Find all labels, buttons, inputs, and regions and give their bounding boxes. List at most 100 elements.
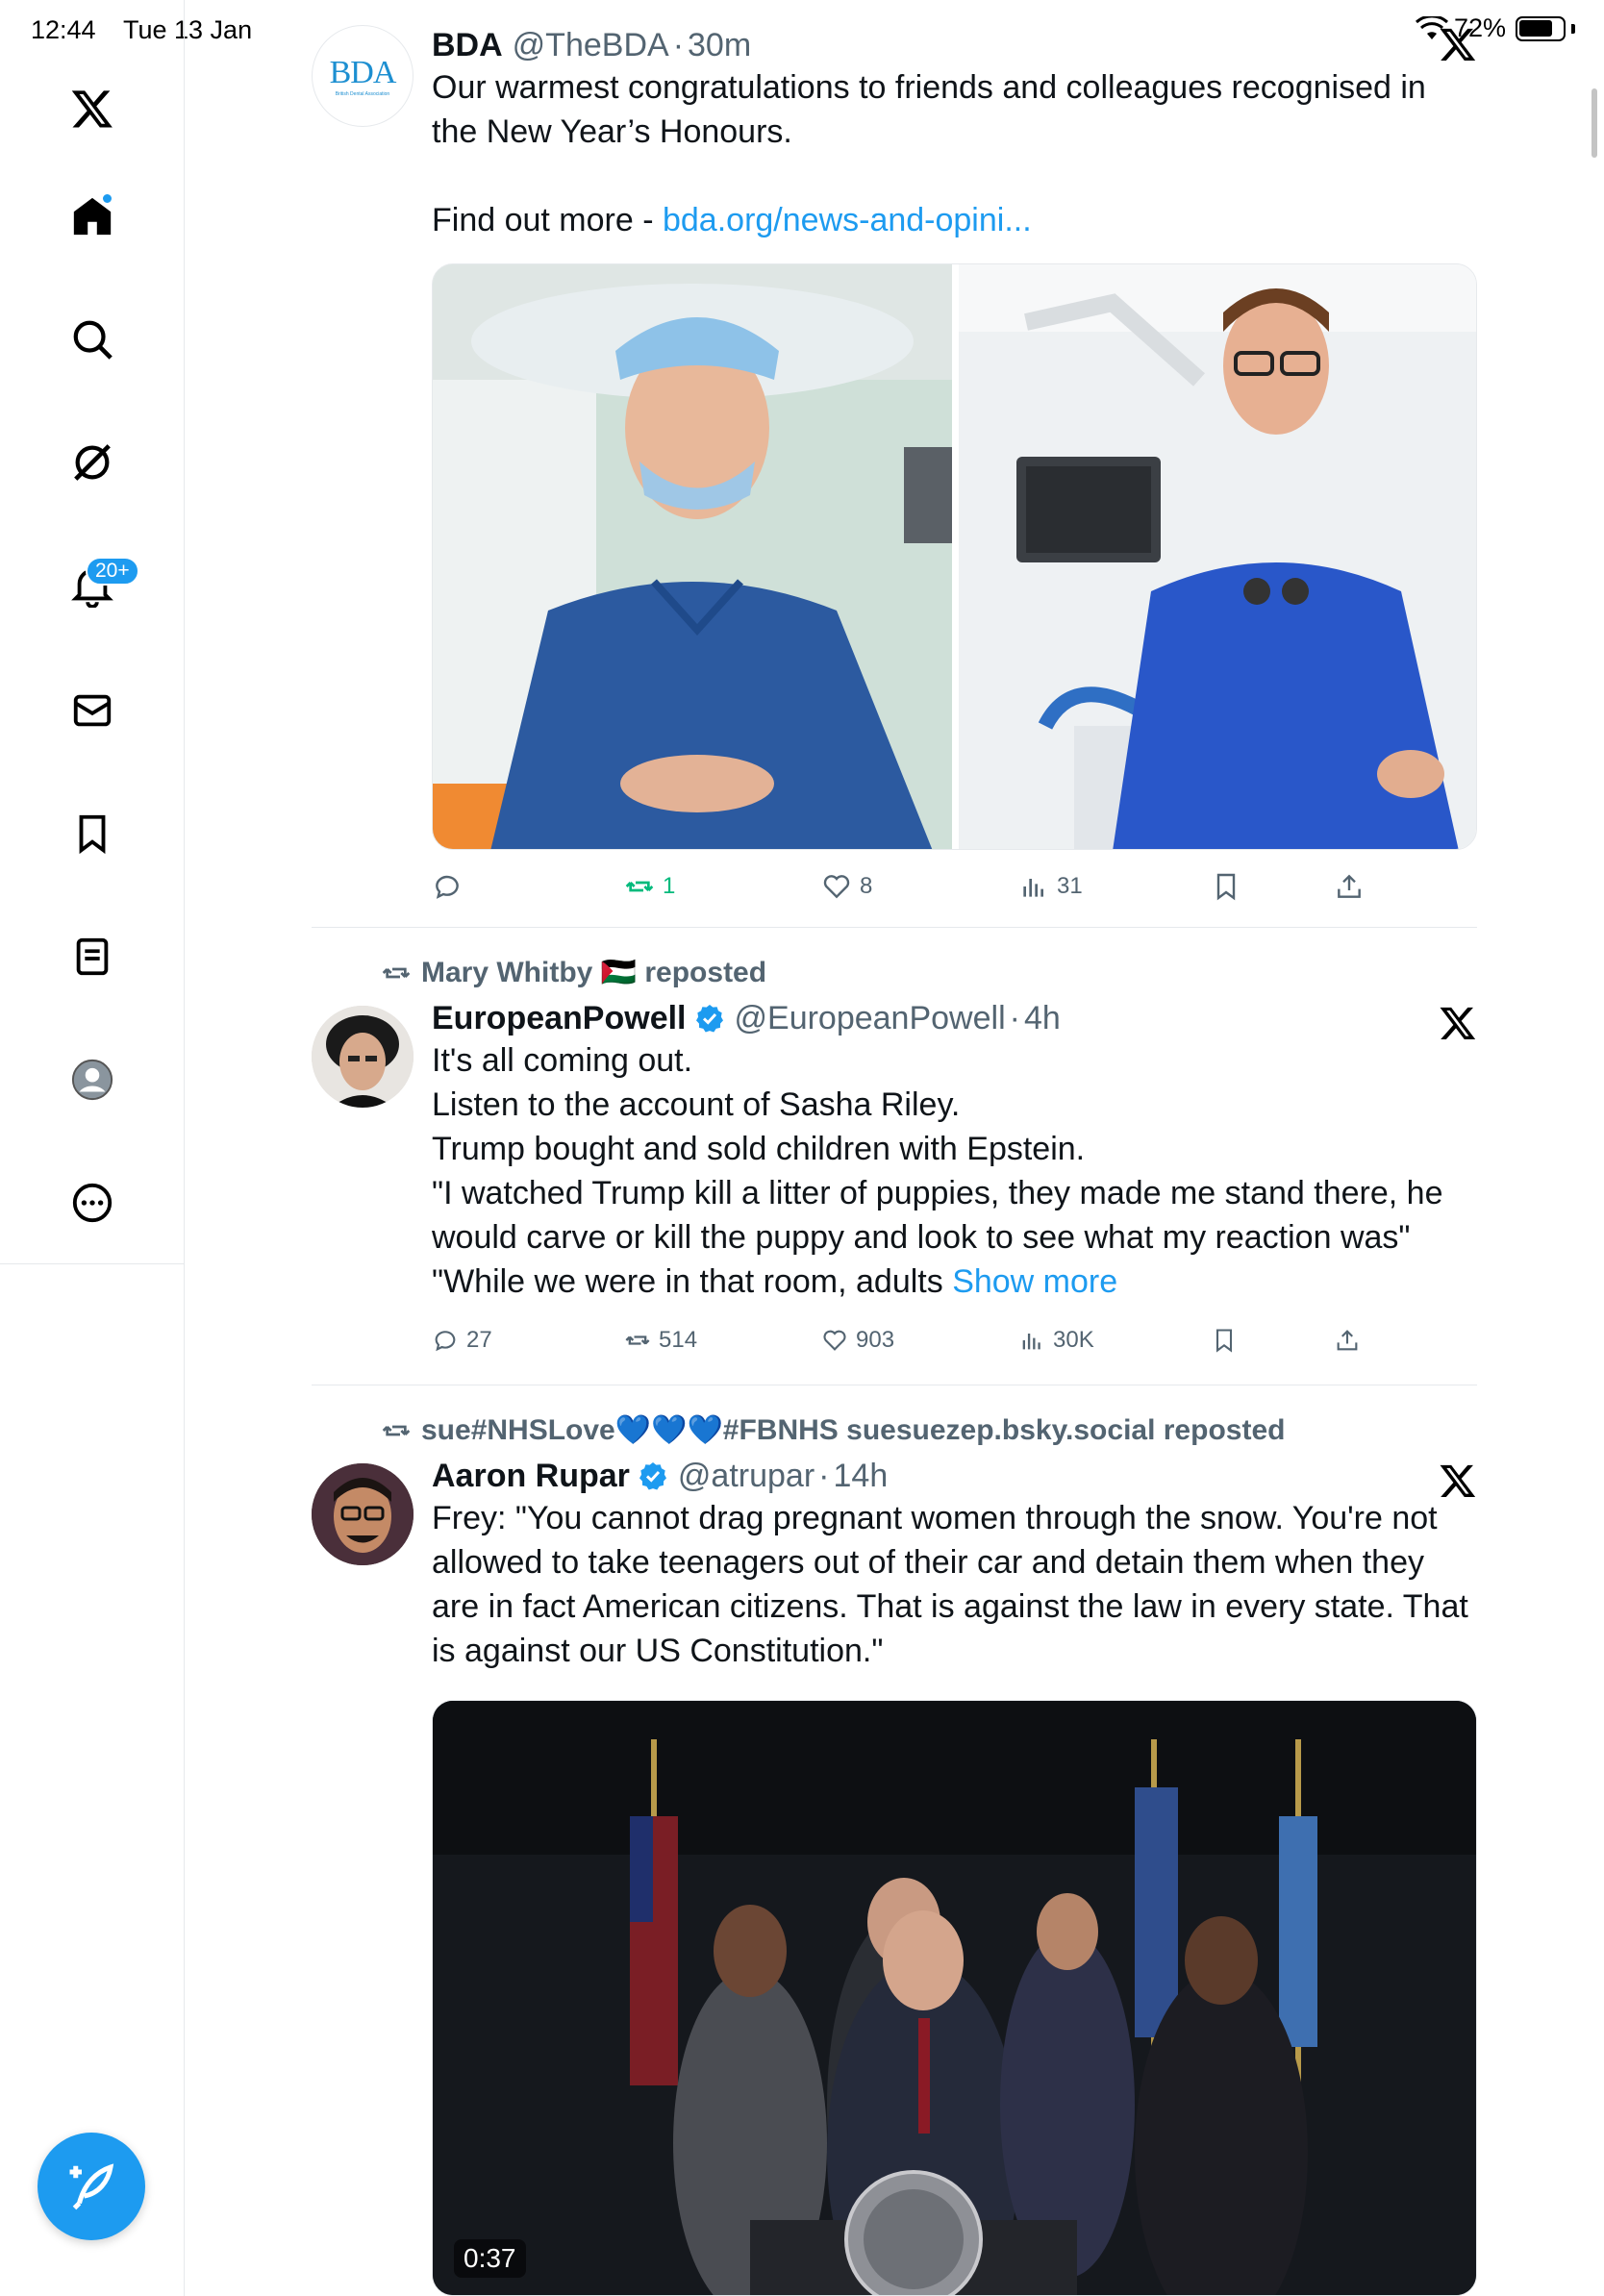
avatar-image bbox=[312, 1006, 414, 1108]
tweet-separator bbox=[312, 927, 1477, 928]
author-handle[interactable]: @atrupar bbox=[678, 1456, 815, 1496]
repost-icon bbox=[625, 881, 654, 892]
tweet-text-line-last: "While we were in that room, adults Show… bbox=[432, 1260, 1461, 1304]
bookmark-button[interactable] bbox=[1211, 1327, 1238, 1354]
repost-icon bbox=[382, 967, 411, 978]
like-button[interactable]: 903 bbox=[821, 1327, 894, 1354]
tweet-actions: 1 8 31 bbox=[432, 871, 1477, 910]
tweet-aaronrupar[interactable]: sue#NHSLove💙💙💙#FBNHS suesuezep.bsky.soci… bbox=[312, 1410, 1477, 2296]
share-button[interactable] bbox=[1334, 1327, 1361, 1354]
battery-nub bbox=[1571, 23, 1575, 34]
bookmark-icon bbox=[1216, 873, 1236, 901]
author-handle[interactable]: @EuropeanPowell bbox=[735, 998, 1006, 1038]
search-icon[interactable] bbox=[59, 306, 126, 373]
photo-dentist-man[interactable] bbox=[959, 264, 1477, 850]
notifications-icon[interactable]: 20+ bbox=[59, 552, 139, 619]
tweet-text-link-line: Find out more - bda.org/news-and-opini..… bbox=[432, 198, 1477, 242]
author-name[interactable]: Aaron Rupar bbox=[432, 1456, 630, 1496]
tweet-link[interactable]: bda.org/news-and-opini... bbox=[663, 202, 1032, 238]
separator-dot: · bbox=[1009, 1000, 1020, 1036]
bda-logo-subtext: British Dental Association bbox=[335, 91, 390, 97]
compose-button[interactable] bbox=[38, 2133, 145, 2240]
like-count: 903 bbox=[856, 1327, 895, 1353]
tweet-bda[interactable]: BDA British Dental Association BDA @TheB… bbox=[312, 25, 1477, 910]
views-button[interactable]: 31 bbox=[1018, 871, 1083, 902]
tweet-header: Aaron Rupar @atrupar · 14h bbox=[432, 1456, 1477, 1496]
battery-icon bbox=[1516, 15, 1566, 41]
tweet-header: EuropeanPowell @EuropeanPowell · 4h bbox=[432, 998, 1477, 1038]
reply-button[interactable] bbox=[432, 871, 463, 902]
tweet-time[interactable]: 4h bbox=[1024, 998, 1061, 1038]
link-prefix: Find out more - bbox=[432, 202, 663, 238]
x-logo-icon[interactable] bbox=[1439, 25, 1477, 63]
show-more-link[interactable]: Show more bbox=[952, 1263, 1117, 1300]
share-icon bbox=[1338, 874, 1361, 898]
avatar[interactable]: BDA British Dental Association bbox=[312, 25, 414, 127]
author-name[interactable]: BDA bbox=[432, 25, 503, 65]
notifications-badge: 20+ bbox=[86, 557, 139, 586]
separator-dot: · bbox=[818, 1458, 830, 1494]
reposted-by-text: Mary Whitby 🇵🇸 reposted bbox=[421, 957, 767, 988]
tweet-header: BDA @TheBDA · 30m bbox=[432, 25, 1477, 65]
tweet-text-fragment: "While we were in that room, adults bbox=[432, 1263, 943, 1300]
tweet-text: Frey: "You cannot drag pregnant women th… bbox=[432, 1500, 1468, 1669]
repost-button[interactable]: 514 bbox=[624, 1327, 697, 1354]
sidebar: 20+ bbox=[0, 0, 185, 2296]
repost-button[interactable]: 1 bbox=[624, 871, 675, 902]
photo-dentist-woman[interactable] bbox=[433, 264, 952, 850]
repost-count: 1 bbox=[663, 873, 676, 899]
repost-icon bbox=[382, 1425, 411, 1435]
views-count: 31 bbox=[1057, 873, 1083, 899]
compose-feather-icon bbox=[69, 2163, 114, 2210]
reposted-by-text: sue#NHSLove💙💙💙#FBNHS suesuezep.bsky.soci… bbox=[421, 1414, 1286, 1446]
grok-icon[interactable] bbox=[59, 429, 126, 496]
tweet-text-line: It's all coming out. bbox=[432, 1042, 693, 1079]
share-button[interactable] bbox=[1334, 871, 1365, 902]
views-icon bbox=[1023, 879, 1043, 897]
repost-attribution[interactable]: Mary Whitby 🇵🇸 reposted bbox=[381, 956, 766, 989]
profile-icon[interactable] bbox=[59, 1046, 126, 1113]
x-logo-icon[interactable] bbox=[1439, 1004, 1477, 1042]
views-count: 30K bbox=[1053, 1327, 1094, 1353]
heart-icon bbox=[823, 1330, 846, 1351]
x-logo-icon[interactable] bbox=[1439, 1461, 1477, 1500]
video-thumbnail[interactable] bbox=[433, 1701, 1477, 2296]
separator-dot: · bbox=[672, 27, 685, 63]
tweet-text: It's all coming out. Listen to the accou… bbox=[432, 1038, 1461, 1304]
like-count: 8 bbox=[860, 873, 873, 899]
tweet-europeanpowell[interactable]: Mary Whitby 🇵🇸 reposted EuropeanPowell @… bbox=[312, 952, 1477, 1375]
avatar[interactable] bbox=[312, 1006, 414, 1108]
views-button[interactable]: 30K bbox=[1018, 1327, 1094, 1354]
reply-button[interactable]: 27 bbox=[432, 1327, 492, 1354]
avatar[interactable] bbox=[312, 1463, 414, 1565]
x-logo-icon[interactable] bbox=[59, 75, 126, 142]
lists-icon[interactable] bbox=[59, 923, 126, 990]
verified-badge-icon bbox=[639, 1462, 666, 1490]
bookmarks-icon[interactable] bbox=[59, 800, 126, 867]
avatar-image bbox=[312, 1463, 414, 1565]
more-icon[interactable] bbox=[59, 1169, 126, 1236]
like-button[interactable]: 8 bbox=[821, 871, 872, 902]
reply-icon bbox=[435, 1331, 456, 1352]
tweet-time[interactable]: 14h bbox=[834, 1456, 889, 1496]
messages-icon[interactable] bbox=[59, 677, 126, 744]
repost-attribution[interactable]: sue#NHSLove💙💙💙#FBNHS suesuezep.bsky.soci… bbox=[381, 1413, 1285, 1447]
home-badge-dot bbox=[101, 192, 113, 205]
reply-icon bbox=[436, 875, 459, 899]
bookmark-icon bbox=[1216, 1329, 1233, 1353]
tweet-text-line: "I watched Trump kill a litter of puppie… bbox=[432, 1175, 1443, 1256]
video-duration: 0:37 bbox=[454, 2239, 526, 2278]
tweet-video[interactable]: 0:37 bbox=[432, 1700, 1477, 2296]
author-name[interactable]: EuropeanPowell bbox=[432, 998, 687, 1038]
bookmark-button[interactable] bbox=[1211, 871, 1241, 902]
home-icon[interactable] bbox=[59, 183, 126, 250]
tweet-media[interactable] bbox=[432, 263, 1477, 850]
tweet-actions: 27 514 903 30K bbox=[432, 1327, 1477, 1365]
repost-icon bbox=[625, 1335, 650, 1345]
tweet-time[interactable]: 30m bbox=[688, 25, 751, 65]
tweet-text-line: Listen to the account of Sasha Riley. bbox=[432, 1086, 961, 1123]
share-icon bbox=[1337, 1330, 1358, 1351]
author-handle[interactable]: @TheBDA bbox=[513, 25, 669, 65]
repost-count: 514 bbox=[659, 1327, 698, 1353]
scrollbar[interactable] bbox=[1591, 88, 1597, 158]
